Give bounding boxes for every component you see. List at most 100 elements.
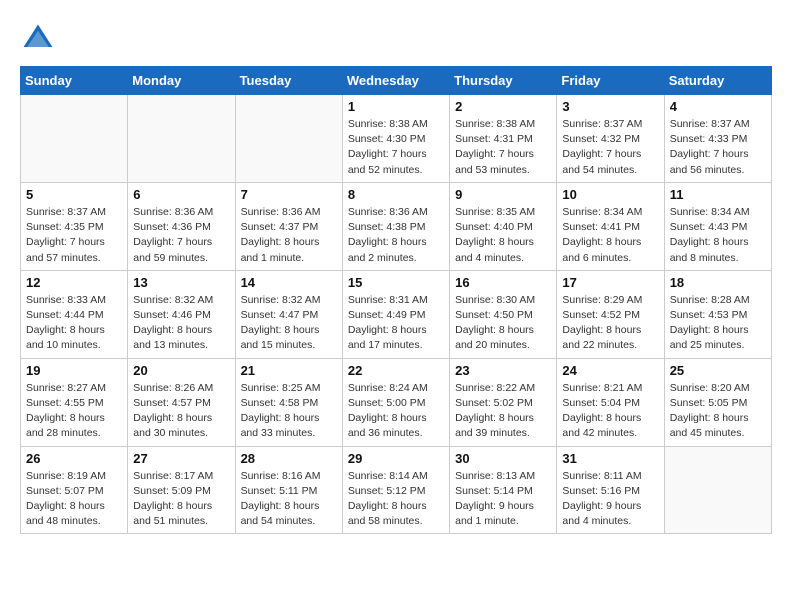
calendar-cell: 14 Sunrise: 8:32 AM Sunset: 4:47 PM Dayli… <box>235 270 342 358</box>
calendar-cell: 10 Sunrise: 8:34 AM Sunset: 4:41 PM Dayli… <box>557 182 664 270</box>
calendar-week-3: 12 Sunrise: 8:33 AM Sunset: 4:44 PM Dayli… <box>21 270 772 358</box>
day-number: 11 <box>670 187 766 202</box>
calendar-header-row: SundayMondayTuesdayWednesdayThursdayFrid… <box>21 67 772 95</box>
calendar-cell: 23Sunrise: 8:22 AM Sunset: 5:02 PM Dayli… <box>450 358 557 446</box>
calendar-week-2: 5 Sunrise: 8:37 AM Sunset: 4:35 PM Daylig… <box>21 182 772 270</box>
day-number: 31 <box>562 451 658 466</box>
calendar-cell: 18 Sunrise: 8:28 AM Sunset: 4:53 PM Dayli… <box>664 270 771 358</box>
day-number: 30 <box>455 451 551 466</box>
logo-icon <box>20 20 56 56</box>
calendar-cell: 9 Sunrise: 8:35 AM Sunset: 4:40 PM Daylig… <box>450 182 557 270</box>
day-number: 6 <box>133 187 229 202</box>
page-header <box>20 20 772 56</box>
day-number: 16 <box>455 275 551 290</box>
day-info: Sunrise: 8:37 AM Sunset: 4:32 PM Dayligh… <box>562 117 658 178</box>
calendar-cell: 26 Sunrise: 8:19 AM Sunset: 5:07 PM Dayli… <box>21 446 128 534</box>
day-header-friday: Friday <box>557 67 664 95</box>
logo <box>20 20 62 56</box>
day-info: Sunrise: 8:32 AM Sunset: 4:46 PM Dayligh… <box>133 293 229 354</box>
calendar-cell: 29 Sunrise: 8:14 AM Sunset: 5:12 PM Dayli… <box>342 446 449 534</box>
calendar-cell: 7 Sunrise: 8:36 AM Sunset: 4:37 PM Daylig… <box>235 182 342 270</box>
day-number: 13 <box>133 275 229 290</box>
day-info: Sunrise: 8:37 AM Sunset: 4:35 PM Dayligh… <box>26 205 122 266</box>
day-info: Sunrise: 8:38 AM Sunset: 4:31 PM Dayligh… <box>455 117 551 178</box>
day-number: 29 <box>348 451 444 466</box>
day-info: Sunrise: 8:17 AM Sunset: 5:09 PM Dayligh… <box>133 469 229 530</box>
calendar-cell <box>128 95 235 183</box>
calendar-cell: 17 Sunrise: 8:29 AM Sunset: 4:52 PM Dayli… <box>557 270 664 358</box>
day-number: 24 <box>562 363 658 378</box>
day-info: Sunrise: 8:33 AM Sunset: 4:44 PM Dayligh… <box>26 293 122 354</box>
calendar-cell: 24 Sunrise: 8:21 AM Sunset: 5:04 PM Dayli… <box>557 358 664 446</box>
day-info: Sunrise: 8:36 AM Sunset: 4:37 PM Dayligh… <box>241 205 337 266</box>
day-number: 8 <box>348 187 444 202</box>
calendar-cell: 13 Sunrise: 8:32 AM Sunset: 4:46 PM Dayli… <box>128 270 235 358</box>
day-info: Sunrise: 8:24 AM Sunset: 5:00 PM Dayligh… <box>348 381 444 442</box>
day-number: 14 <box>241 275 337 290</box>
day-number: 25 <box>670 363 766 378</box>
calendar-cell: 19Sunrise: 8:27 AM Sunset: 4:55 PM Dayli… <box>21 358 128 446</box>
day-info: Sunrise: 8:28 AM Sunset: 4:53 PM Dayligh… <box>670 293 766 354</box>
day-info: Sunrise: 8:21 AM Sunset: 5:04 PM Dayligh… <box>562 381 658 442</box>
day-info: Sunrise: 8:13 AM Sunset: 5:14 PM Dayligh… <box>455 469 551 530</box>
calendar-cell <box>235 95 342 183</box>
day-number: 18 <box>670 275 766 290</box>
day-number: 27 <box>133 451 229 466</box>
calendar-cell: 28 Sunrise: 8:16 AM Sunset: 5:11 PM Dayli… <box>235 446 342 534</box>
day-info: Sunrise: 8:35 AM Sunset: 4:40 PM Dayligh… <box>455 205 551 266</box>
calendar-week-1: 1Sunrise: 8:38 AM Sunset: 4:30 PM Daylig… <box>21 95 772 183</box>
day-info: Sunrise: 8:34 AM Sunset: 4:41 PM Dayligh… <box>562 205 658 266</box>
day-number: 12 <box>26 275 122 290</box>
calendar-cell: 12 Sunrise: 8:33 AM Sunset: 4:44 PM Dayli… <box>21 270 128 358</box>
day-header-saturday: Saturday <box>664 67 771 95</box>
day-header-wednesday: Wednesday <box>342 67 449 95</box>
day-number: 10 <box>562 187 658 202</box>
calendar-cell <box>664 446 771 534</box>
day-header-sunday: Sunday <box>21 67 128 95</box>
day-number: 20 <box>133 363 229 378</box>
day-info: Sunrise: 8:36 AM Sunset: 4:36 PM Dayligh… <box>133 205 229 266</box>
day-info: Sunrise: 8:25 AM Sunset: 4:58 PM Dayligh… <box>241 381 337 442</box>
day-info: Sunrise: 8:19 AM Sunset: 5:07 PM Dayligh… <box>26 469 122 530</box>
day-number: 9 <box>455 187 551 202</box>
day-info: Sunrise: 8:38 AM Sunset: 4:30 PM Dayligh… <box>348 117 444 178</box>
day-info: Sunrise: 8:26 AM Sunset: 4:57 PM Dayligh… <box>133 381 229 442</box>
calendar-cell: 5 Sunrise: 8:37 AM Sunset: 4:35 PM Daylig… <box>21 182 128 270</box>
day-number: 4 <box>670 99 766 114</box>
day-info: Sunrise: 8:32 AM Sunset: 4:47 PM Dayligh… <box>241 293 337 354</box>
day-info: Sunrise: 8:31 AM Sunset: 4:49 PM Dayligh… <box>348 293 444 354</box>
day-number: 5 <box>26 187 122 202</box>
day-info: Sunrise: 8:11 AM Sunset: 5:16 PM Dayligh… <box>562 469 658 530</box>
day-number: 15 <box>348 275 444 290</box>
calendar-cell: 1Sunrise: 8:38 AM Sunset: 4:30 PM Daylig… <box>342 95 449 183</box>
day-number: 23 <box>455 363 551 378</box>
day-info: Sunrise: 8:34 AM Sunset: 4:43 PM Dayligh… <box>670 205 766 266</box>
calendar-week-5: 26 Sunrise: 8:19 AM Sunset: 5:07 PM Dayli… <box>21 446 772 534</box>
calendar-table: SundayMondayTuesdayWednesdayThursdayFrid… <box>20 66 772 534</box>
day-number: 17 <box>562 275 658 290</box>
calendar-cell: 3 Sunrise: 8:37 AM Sunset: 4:32 PM Daylig… <box>557 95 664 183</box>
calendar-cell <box>21 95 128 183</box>
day-number: 7 <box>241 187 337 202</box>
calendar-cell: 25 Sunrise: 8:20 AM Sunset: 5:05 PM Dayli… <box>664 358 771 446</box>
calendar-cell: 22Sunrise: 8:24 AM Sunset: 5:00 PM Dayli… <box>342 358 449 446</box>
day-header-thursday: Thursday <box>450 67 557 95</box>
day-header-monday: Monday <box>128 67 235 95</box>
day-info: Sunrise: 8:29 AM Sunset: 4:52 PM Dayligh… <box>562 293 658 354</box>
day-info: Sunrise: 8:14 AM Sunset: 5:12 PM Dayligh… <box>348 469 444 530</box>
calendar-cell: 31 Sunrise: 8:11 AM Sunset: 5:16 PM Dayli… <box>557 446 664 534</box>
day-number: 26 <box>26 451 122 466</box>
day-number: 3 <box>562 99 658 114</box>
day-number: 19 <box>26 363 122 378</box>
day-number: 28 <box>241 451 337 466</box>
day-info: Sunrise: 8:20 AM Sunset: 5:05 PM Dayligh… <box>670 381 766 442</box>
calendar-cell: 4 Sunrise: 8:37 AM Sunset: 4:33 PM Daylig… <box>664 95 771 183</box>
calendar-cell: 6 Sunrise: 8:36 AM Sunset: 4:36 PM Daylig… <box>128 182 235 270</box>
day-info: Sunrise: 8:16 AM Sunset: 5:11 PM Dayligh… <box>241 469 337 530</box>
calendar-cell: 11 Sunrise: 8:34 AM Sunset: 4:43 PM Dayli… <box>664 182 771 270</box>
calendar-cell: 8Sunrise: 8:36 AM Sunset: 4:38 PM Daylig… <box>342 182 449 270</box>
day-info: Sunrise: 8:37 AM Sunset: 4:33 PM Dayligh… <box>670 117 766 178</box>
day-number: 2 <box>455 99 551 114</box>
calendar-week-4: 19Sunrise: 8:27 AM Sunset: 4:55 PM Dayli… <box>21 358 772 446</box>
day-number: 21 <box>241 363 337 378</box>
